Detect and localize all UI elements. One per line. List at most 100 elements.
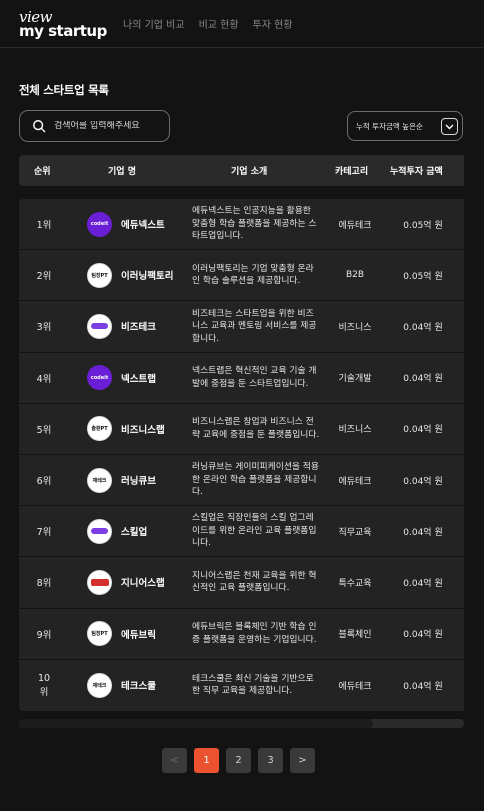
row-company-name[interactable]: 넥스트랩 (121, 371, 156, 385)
table-row[interactable]: 6위 재테크 러닝큐브 러닝큐브는 게이미피케이션을 적용한 온라인 학습 플랫… (19, 455, 464, 507)
row-rank: 8위 (36, 578, 52, 590)
row-category: 에듀테크 (338, 476, 372, 487)
company-logo: 팀장PT (87, 262, 112, 288)
row-company-name[interactable]: 테크스쿨 (121, 678, 156, 692)
row-category: B2B (345, 270, 365, 281)
startup-table: 순위 기업 명 기업 소개 카테고리 누적투자 금액 1위 codeit 에듀넥… (19, 155, 464, 728)
row-company-name[interactable]: 지니어스랩 (121, 575, 165, 589)
table-row[interactable]: 4위 codeit 넥스트랩 넥스트랩은 혁신적인 교육 기술 개발에 중점을 … (19, 353, 464, 404)
horizontal-scrollbar[interactable] (19, 719, 464, 728)
row-rank: 2위 (36, 271, 52, 283)
table-row[interactable]: 2위 팀장PT 이러닝팩토리 이러닝팩토리는 기업 맞춤형 온라인 학습 솔루션… (19, 250, 464, 302)
nav-my-company-compare[interactable]: 나의 기업 비교 (123, 16, 185, 31)
scrollbar-thumb[interactable] (19, 719, 373, 728)
row-amount: 0.04억 원 (403, 578, 443, 589)
row-rank: 9위 (36, 629, 52, 641)
row-rank: 7위 (36, 527, 52, 539)
row-amount: 0.04억 원 (403, 425, 443, 436)
row-company-name[interactable]: 비즈테크 (121, 319, 156, 333)
row-description: 이러닝팩토리는 기업 맞춤형 온라인 학습 솔루션을 제공합니다. (192, 263, 314, 287)
table-header: 순위 기업 명 기업 소개 카테고리 누적투자 금액 (19, 155, 464, 186)
prev-page-button[interactable]: < (162, 748, 187, 773)
row-description: 넥스트랩은 혁신적인 교육 기술 개발에 중점을 둔 스타트업입니다. (192, 366, 317, 389)
search-box[interactable] (19, 110, 170, 142)
row-amount: 0.04억 원 (403, 630, 443, 641)
table-row[interactable]: 1위 codeit 에듀넥스트 에듀넥스트는 인공지능을 활용한 맞춤형 학습 … (19, 199, 464, 251)
row-amount: 0.04억 원 (403, 476, 443, 487)
nav-compare-status[interactable]: 비교 현황 (199, 16, 239, 31)
table-row[interactable]: 3위 비즈테크 비즈테크는 스타트업을 위한 비즈니스 교육과 멘토링 서비스를… (19, 301, 464, 353)
row-description: 지니어스랩은 천재 교육을 위한 혁신적인 교육 플랫폼입니다. (192, 570, 317, 594)
company-logo (87, 569, 112, 595)
row-amount: 0.04억 원 (403, 322, 443, 333)
row-amount: 0.04억 원 (403, 374, 443, 385)
col-desc: 기업 소개 (231, 167, 268, 177)
page-title: 전체 스타트업 목록 (19, 83, 109, 97)
page-3-button[interactable]: 3 (258, 748, 283, 773)
table-row[interactable]: 5위 출판PT 비즈니스랩 비즈니스랩은 창업과 비즈니스 전략 교육에 중점을… (19, 404, 464, 455)
row-amount: 0.05억 원 (403, 220, 443, 231)
row-rank: 10위 (37, 672, 51, 698)
company-logo: 팀장PT (87, 621, 112, 647)
search-icon (33, 120, 46, 133)
table-row[interactable]: 9위 팀장PT 에듀브릭 에듀브릭은 블록체인 기반 학습 인증 플랫폼을 운영… (19, 609, 464, 660)
row-company-name[interactable]: 에듀브릭 (121, 627, 156, 641)
row-amount: 0.05억 원 (403, 271, 443, 282)
row-category: 에듀테크 (338, 681, 372, 692)
search-input[interactable] (54, 121, 164, 131)
table-row[interactable]: 10위 재테크 테크스쿨 테크스쿨은 최신 기술을 기반으로 한 직무 교육을 … (19, 660, 464, 711)
col-category: 카테고리 (335, 167, 369, 177)
top-header: view my startup 나의 기업 비교 비교 현황 투자 현황 (0, 0, 486, 48)
row-amount: 0.04억 원 (403, 527, 443, 538)
row-company-name[interactable]: 러닝큐브 (121, 473, 156, 487)
row-category: 직무교육 (338, 527, 372, 538)
row-description: 러닝큐브는 게이미피케이션을 적용한 온라인 학습 플랫폼을 제공합니다. (192, 462, 319, 498)
table-row[interactable]: 8위 지니어스랩 지니어스랩은 천재 교육을 위한 혁신적인 교육 플랫폼입니다… (19, 557, 464, 609)
next-page-button[interactable]: > (290, 748, 315, 773)
row-amount: 0.04억 원 (403, 681, 443, 692)
company-logo (87, 313, 112, 339)
row-rank: 1위 (36, 220, 52, 232)
col-rank: 순위 (34, 167, 51, 177)
sort-dropdown[interactable]: 누적 투자금액 높은순 (347, 111, 463, 141)
col-name: 기업 명 (108, 167, 136, 177)
table-row[interactable]: 7위 스킬업 스킬업은 직장인들의 스킬 업그레이드를 위한 온라인 교육 플랫… (19, 506, 464, 558)
company-logo: 출판PT (87, 416, 112, 442)
row-rank: 6위 (36, 476, 52, 488)
company-logo: 재테크 (87, 467, 112, 493)
row-category: 비즈니스 (338, 425, 372, 436)
row-description: 테크스쿨은 최신 기술을 기반으로 한 직무 교육을 제공합니다. (192, 673, 314, 697)
row-category: 비즈니스 (338, 322, 372, 333)
row-category: 블록체인 (338, 630, 372, 641)
row-description: 에듀넥스트는 인공지능을 활용한 맞춤형 학습 플랫폼을 제공하는 스타트업입니… (192, 206, 317, 242)
row-description: 에듀브릭은 블록체인 기반 학습 인증 플랫폼을 운영하는 기업입니다. (192, 622, 317, 645)
row-description: 스킬업은 직장인들의 스킬 업그레이드를 위한 온라인 교육 플랫폼입니다. (192, 513, 317, 549)
row-category: 에듀테크 (338, 220, 372, 231)
row-company-name[interactable]: 비즈니스랩 (121, 422, 165, 436)
company-logo: 재테크 (87, 672, 112, 698)
pagination: < 1 2 3 > (162, 748, 315, 773)
app-logo[interactable]: view my startup (19, 10, 109, 39)
company-logo (87, 518, 112, 544)
sort-label: 누적 투자금액 높은순 (356, 121, 423, 131)
page-1-button[interactable]: 1 (194, 748, 219, 773)
company-logo: codeit (87, 365, 112, 391)
row-category: 기술개발 (338, 374, 372, 385)
row-company-name[interactable]: 에듀넥스트 (121, 217, 165, 231)
main-nav: 나의 기업 비교 비교 현황 투자 현황 (123, 16, 293, 31)
row-rank: 5위 (36, 424, 52, 436)
logo-line-2: my startup (19, 22, 107, 40)
row-rank: 4위 (36, 373, 52, 385)
table-body: 1위 codeit 에듀넥스트 에듀넥스트는 인공지능을 활용한 맞춤형 학습 … (19, 199, 464, 711)
page-2-button[interactable]: 2 (226, 748, 251, 773)
chevron-down-icon[interactable] (441, 118, 458, 135)
row-company-name[interactable]: 스킬업 (121, 524, 147, 538)
row-description: 비즈니스랩은 창업과 비즈니스 전략 교육에 중점을 둔 플랫폼입니다. (192, 417, 320, 440)
col-amount: 누적투자 금액 (390, 167, 443, 177)
row-company-name[interactable]: 이러닝팩토리 (121, 268, 173, 282)
row-description: 비즈테크는 스타트업을 위한 비즈니스 교육과 멘토링 서비스를 제공합니다. (192, 308, 317, 344)
company-logo: codeit (87, 211, 112, 237)
nav-investment-status[interactable]: 투자 현황 (253, 16, 293, 31)
row-rank: 3위 (36, 322, 52, 334)
row-category: 특수교육 (338, 578, 372, 589)
